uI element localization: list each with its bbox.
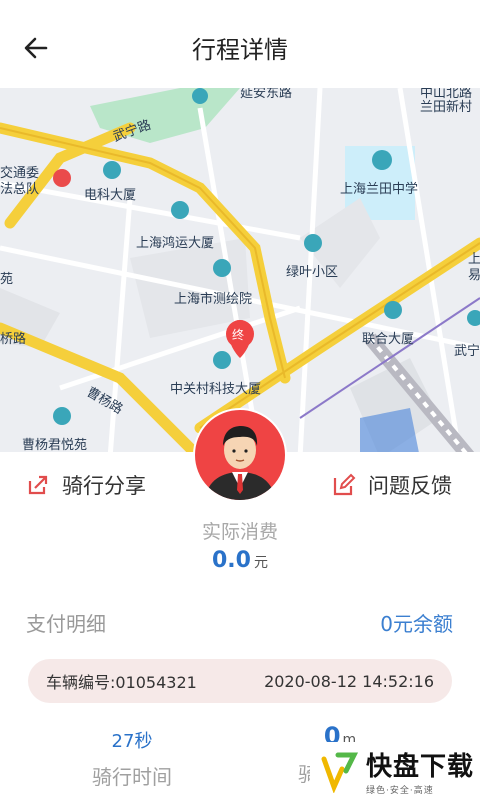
payment-detail-link[interactable]: 支付明细 [26, 608, 106, 637]
map-label-yuan: 苑 [0, 272, 14, 287]
ride-duration-label: 骑行时间 [92, 765, 172, 789]
end-marker-label: 终 [232, 328, 245, 342]
feedback-label: 问题反馈 [368, 474, 452, 498]
actual-cost-unit: 元 [253, 555, 268, 571]
ride-share-label: 骑行分享 [62, 474, 146, 498]
map-canvas [0, 88, 480, 458]
actual-cost: 0.0 元 [0, 548, 480, 573]
user-avatar-icon [205, 426, 275, 500]
share-icon [28, 475, 48, 495]
poi-icon [171, 201, 189, 219]
map-label-hongyun: 上海鸿运大厦 [136, 236, 215, 251]
feedback-button[interactable]: 问题反馈 [332, 468, 452, 502]
poi-icon [304, 234, 322, 252]
map-label-lvye: 绿叶小区 [286, 265, 339, 280]
poi-icon [213, 259, 231, 277]
ride-timestamp: 2020-08-12 14:52:16 [264, 671, 434, 691]
map-label-caoyang-junyue: 曹杨君悦苑 [22, 438, 88, 453]
page-title: 行程详情 [192, 36, 288, 64]
actual-cost-value: 0.0 [212, 548, 251, 573]
balance-link[interactable]: 0元余额 [380, 608, 453, 637]
poi-icon [103, 161, 121, 179]
map-label-fazong: 法总队 [0, 182, 40, 197]
edit-icon [333, 473, 356, 496]
actual-cost-label: 实际消费 [201, 521, 278, 543]
watermark-main-text: 快盘下载 [366, 752, 475, 782]
ride-duration-value: 27秒 [111, 731, 153, 752]
vehicle-number: 车辆编号:01054321 [46, 673, 197, 692]
poi-icon [192, 88, 208, 104]
watermark-sub-text: 绿色·安全·高速 [366, 786, 434, 796]
ride-share-button[interactable]: 骑行分享 [26, 468, 146, 502]
watermark-logo-icon [321, 752, 359, 793]
map-label-wuning-right: 武宁 [454, 344, 480, 359]
map-label-lantian-school: 上海兰田中学 [340, 182, 419, 197]
app-header: 行程详情 [0, 0, 480, 88]
map-label-top-road: 延安东路 [240, 88, 293, 101]
map-label-right-edge-2: 易 [468, 268, 480, 283]
poi-icon [53, 407, 71, 425]
map-label-lianhe: 联合大厦 [362, 332, 415, 347]
map-label-dianke: 电科大厦 [84, 188, 137, 203]
poi-icon [384, 301, 402, 319]
vehicle-info-bar: 车辆编号:01054321 2020-08-12 14:52:16 [28, 659, 452, 703]
map-label-zhongguancun: 中关村科技大厦 [170, 382, 262, 397]
ride-duration-stat: 27秒 骑行时间 [72, 727, 192, 790]
poi-icon [53, 169, 71, 187]
poi-icon [372, 150, 392, 170]
trip-map[interactable]: 延安东路 中山北路 兰田新村 武宁路 交通委 法总队 电科大厦 上海兰田中学 上… [0, 88, 480, 458]
map-label-top-right2: 兰田新村 [420, 100, 473, 115]
watermark-logo: 快盘下载 绿色·安全·高速 [310, 742, 480, 800]
poi-icon [213, 351, 231, 369]
avatar [193, 408, 287, 502]
map-label-cehui: 上海市测绘院 [174, 292, 253, 307]
map-label-qiao-road: 桥路 [0, 332, 27, 347]
